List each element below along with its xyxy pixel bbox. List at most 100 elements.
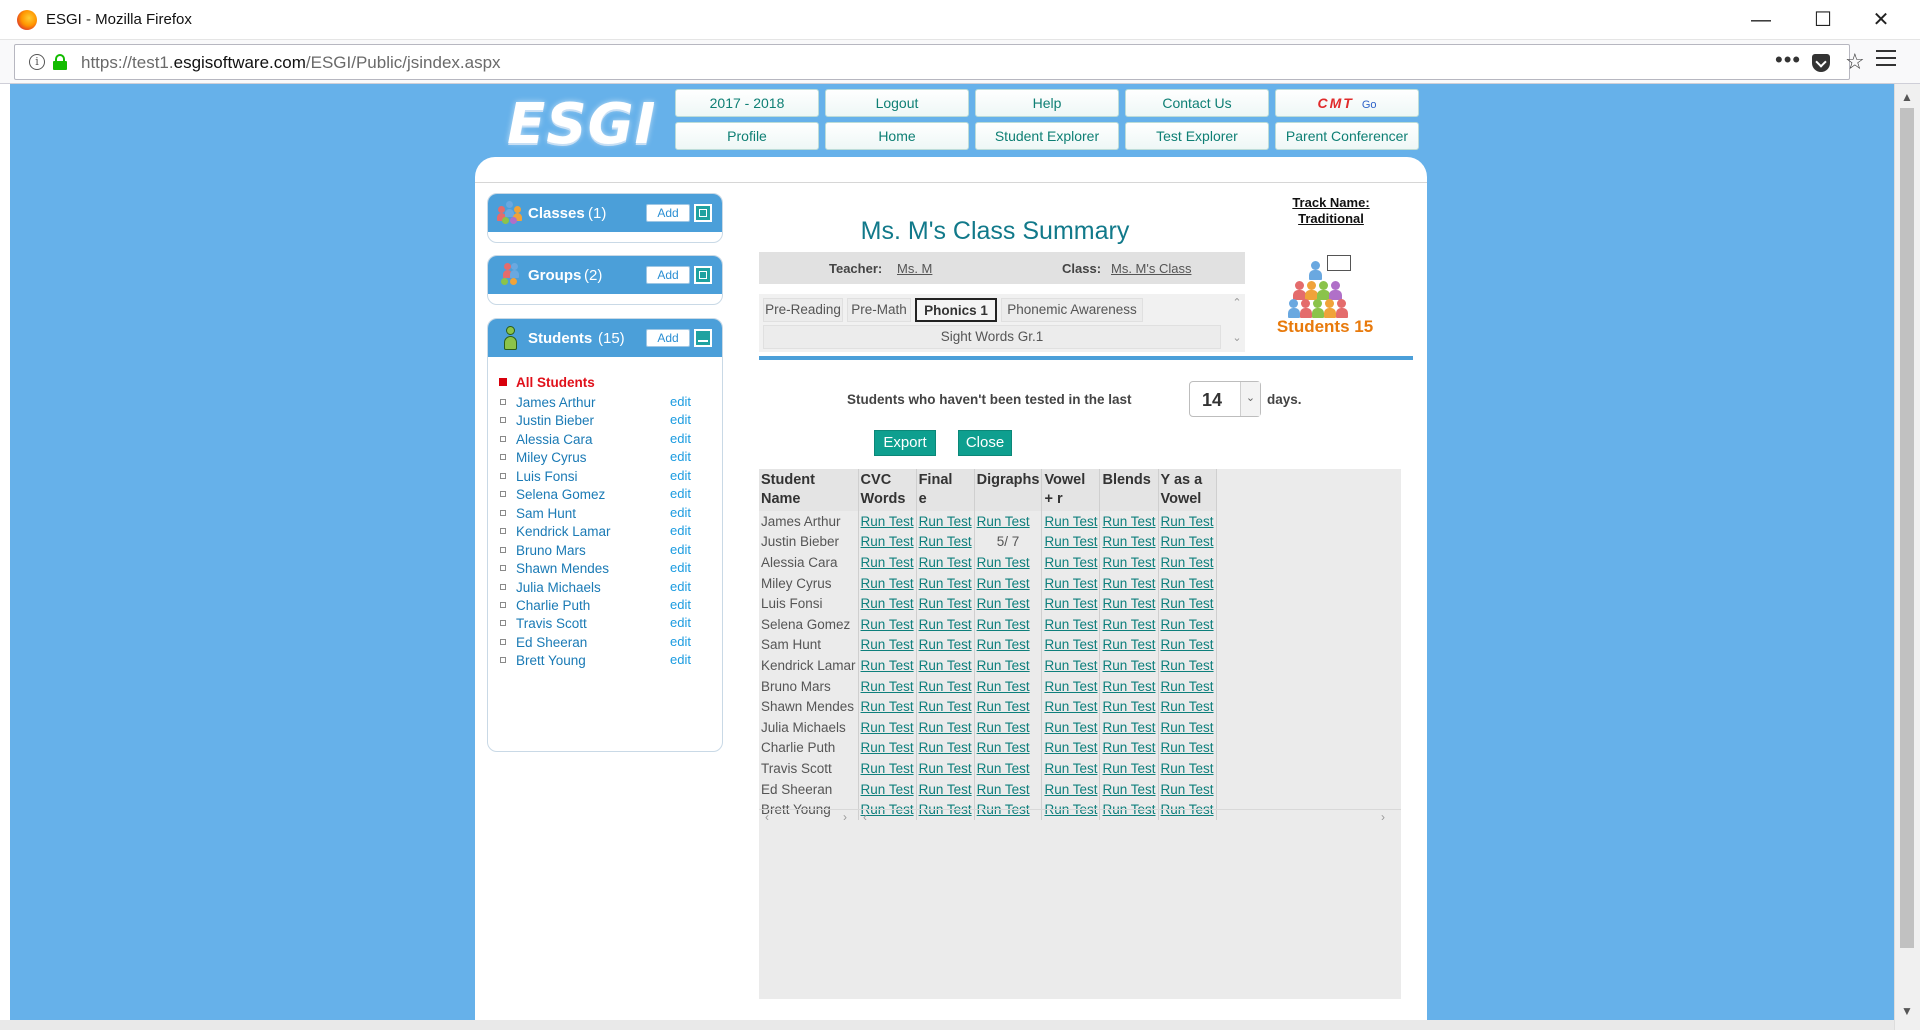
student-name[interactable]: Sam Hunt <box>516 506 576 521</box>
tab-phonics-1[interactable]: Phonics 1 <box>915 298 997 322</box>
student-list-item[interactable]: Travis Scott edit <box>488 614 722 634</box>
run-test-link[interactable]: Run Test <box>1099 778 1159 800</box>
run-test-link[interactable]: Run Test <box>1158 634 1217 656</box>
edit-student-link[interactable]: edit <box>670 449 691 464</box>
run-test-link[interactable]: Run Test <box>916 675 975 697</box>
run-test-link[interactable]: Run Test <box>858 778 917 800</box>
run-test-link[interactable]: Run Test <box>974 572 1043 594</box>
run-test-link[interactable]: Run Test <box>1158 655 1217 676</box>
url-text[interactable]: https://test1.esgisoftware.com/ESGI/Publ… <box>81 53 501 73</box>
edit-student-link[interactable]: edit <box>670 652 691 667</box>
scroll-left-icon[interactable]: ‹ <box>765 810 769 824</box>
student-name[interactable]: Selena Gomez <box>516 487 605 502</box>
run-test-link[interactable]: Run Test <box>858 716 917 738</box>
edit-student-link[interactable]: edit <box>670 542 691 557</box>
run-test-link[interactable]: Run Test <box>1099 552 1159 573</box>
edit-student-link[interactable]: edit <box>670 431 691 446</box>
bookmark-star-icon[interactable]: ☆ <box>1845 49 1865 75</box>
run-test-link[interactable]: Run Test <box>974 696 1043 717</box>
add-group-button[interactable]: Add <box>646 266 690 284</box>
add-class-button[interactable]: Add <box>646 204 690 222</box>
run-test-link[interactable]: Run Test <box>974 737 1043 759</box>
edit-student-link[interactable]: edit <box>670 505 691 520</box>
run-test-link[interactable]: Run Test <box>1099 696 1159 717</box>
run-test-link[interactable]: Run Test <box>1158 511 1217 532</box>
student-list-item[interactable]: Sam Hunt edit <box>488 504 722 524</box>
run-test-link[interactable]: Run Test <box>1158 675 1217 697</box>
tabs-scroll-up-icon[interactable]: ⌃ <box>1229 296 1245 309</box>
student-list-item[interactable]: Kendrick Lamar edit <box>488 522 722 542</box>
collapse-students-icon[interactable] <box>694 329 712 347</box>
close-button[interactable]: Close <box>958 430 1012 456</box>
run-test-link[interactable]: Run Test <box>974 675 1043 697</box>
grid-scroll-left-icon[interactable]: ‹ <box>863 810 867 824</box>
run-test-link[interactable]: Run Test <box>1099 572 1159 594</box>
run-test-link[interactable]: Run Test <box>1099 675 1159 697</box>
student-name[interactable]: Miley Cyrus <box>516 450 587 465</box>
run-test-link[interactable]: Run Test <box>1099 737 1159 759</box>
run-test-link[interactable]: Run Test <box>916 737 975 759</box>
run-test-link[interactable]: Run Test <box>1158 737 1217 759</box>
run-test-link[interactable]: Run Test <box>974 716 1043 738</box>
run-test-link[interactable]: Run Test <box>974 593 1043 614</box>
all-students-item[interactable]: All Students <box>488 373 722 393</box>
run-test-link[interactable]: Run Test <box>858 655 917 676</box>
student-list-item[interactable]: Brett Young edit <box>488 651 722 671</box>
tabs-scroll-down-icon[interactable]: ⌄ <box>1229 331 1245 344</box>
nav-cmt-go-button[interactable]: CMT Go <box>1275 89 1419 117</box>
student-name[interactable]: Kendrick Lamar <box>516 524 611 539</box>
run-test-link[interactable]: Run Test <box>1041 758 1101 779</box>
page-scroll-up-icon[interactable]: ▲ <box>1901 90 1913 104</box>
student-name[interactable]: Justin Bieber <box>516 413 594 428</box>
run-test-link[interactable]: Run Test <box>974 778 1043 800</box>
chevron-down-icon[interactable]: ⌄ <box>1240 382 1260 416</box>
run-test-link[interactable]: Run Test <box>916 552 975 573</box>
nav-contact-us-button[interactable]: Contact Us <box>1125 89 1269 117</box>
run-test-link[interactable]: Run Test <box>974 758 1043 779</box>
student-list-item[interactable]: Ed Sheeran edit <box>488 633 722 653</box>
students-header[interactable]: Students (15) Add <box>488 319 722 357</box>
page-scrollbar[interactable]: ▲ ▼ <box>1894 84 1920 1030</box>
run-test-link[interactable]: Run Test <box>974 511 1043 532</box>
student-list-item[interactable]: Bruno Mars edit <box>488 541 722 561</box>
run-test-link[interactable]: Run Test <box>1158 778 1217 800</box>
student-name[interactable]: Travis Scott <box>516 616 587 631</box>
run-test-link[interactable]: Run Test <box>916 716 975 738</box>
nav-help-button[interactable]: Help <box>975 89 1119 117</box>
page-actions-icon[interactable]: ••• <box>1775 47 1801 73</box>
run-test-link[interactable]: Run Test <box>1099 758 1159 779</box>
run-test-link[interactable]: Run Test <box>1099 511 1159 532</box>
tab-pre-reading[interactable]: Pre-Reading <box>763 298 843 322</box>
run-test-link[interactable]: Run Test <box>1158 613 1217 635</box>
esgi-logo[interactable]: ESGI <box>507 92 656 157</box>
student-list-item[interactable]: Luis Fonsi edit <box>488 467 722 487</box>
run-test-link[interactable]: Run Test <box>1041 737 1101 759</box>
student-list-item[interactable]: Alessia Cara edit <box>488 430 722 450</box>
student-list-item[interactable]: Miley Cyrus edit <box>488 448 722 468</box>
run-test-link[interactable]: Run Test <box>858 531 917 553</box>
run-test-link[interactable]: Run Test <box>858 511 917 532</box>
nav-logout-button[interactable]: Logout <box>825 89 969 117</box>
run-test-link[interactable]: Run Test <box>858 758 917 779</box>
tab-pre-math[interactable]: Pre-Math <box>847 298 911 322</box>
run-test-link[interactable]: Run Test <box>1041 634 1101 656</box>
run-test-link[interactable]: Run Test <box>858 696 917 717</box>
close-window-icon[interactable]: ✕ <box>1858 6 1904 34</box>
run-test-link[interactable]: Run Test <box>1099 716 1159 738</box>
edit-student-link[interactable]: edit <box>670 412 691 427</box>
run-test-link[interactable]: Run Test <box>916 758 975 779</box>
run-test-link[interactable]: Run Test <box>916 696 975 717</box>
expand-groups-icon[interactable] <box>694 266 712 284</box>
run-test-link[interactable]: Run Test <box>1041 778 1101 800</box>
student-name[interactable]: Bruno Mars <box>516 543 586 558</box>
track-name[interactable]: Track Name: Traditional <box>1271 195 1391 227</box>
grid-scroll-right-icon[interactable]: › <box>1381 810 1385 824</box>
run-test-link[interactable]: Run Test <box>858 737 917 759</box>
run-test-link[interactable]: Run Test <box>916 613 975 635</box>
edit-student-link[interactable]: edit <box>670 486 691 501</box>
run-test-link[interactable]: Run Test <box>1041 696 1101 717</box>
run-test-link[interactable]: Run Test <box>1158 696 1217 717</box>
edit-student-link[interactable]: edit <box>670 615 691 630</box>
run-test-link[interactable]: Run Test <box>1041 572 1101 594</box>
run-test-link[interactable]: Run Test <box>1158 572 1217 594</box>
